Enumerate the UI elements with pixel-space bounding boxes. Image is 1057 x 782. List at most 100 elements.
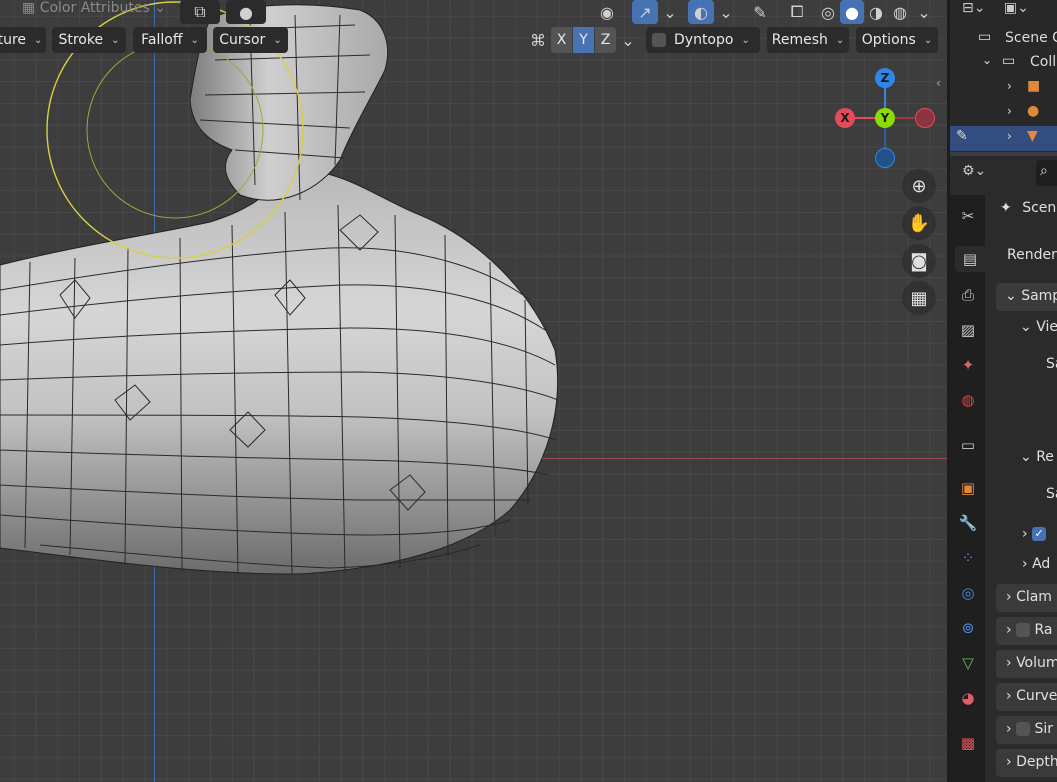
- solid-shading-button[interactable]: ●: [840, 0, 864, 24]
- gizmo-x-axis[interactable]: X: [835, 108, 855, 128]
- overlays-icon: ◐: [694, 2, 708, 22]
- tab-data[interactable]: ▽: [955, 650, 981, 676]
- symmetry-dropdown[interactable]: ⧉: [180, 0, 220, 24]
- tab-texture[interactable]: ▩: [955, 730, 981, 756]
- symmetry-z-toggle[interactable]: Z: [595, 27, 616, 53]
- gizmo-neg-x-axis[interactable]: [915, 108, 935, 128]
- sculpt-mesh[interactable]: [0, 0, 947, 782]
- outliner-camera-row[interactable]: › ■: [950, 76, 1057, 101]
- pan-button[interactable]: ✋: [902, 206, 936, 240]
- tab-world[interactable]: ◍: [955, 387, 981, 413]
- camera-view-button[interactable]: ◙: [902, 244, 936, 278]
- overlays-toggle[interactable]: ◐: [688, 0, 714, 24]
- gizmo-neg-z-axis[interactable]: [875, 148, 895, 168]
- hand-icon: ✋: [907, 212, 931, 234]
- viewport-subpanel-title[interactable]: ⌄ Vie: [1020, 319, 1057, 335]
- outliner-mesh-row[interactable]: ✎ › ▼: [950, 126, 1057, 151]
- perspective-toggle-button[interactable]: ▦: [902, 281, 936, 315]
- zoom-button[interactable]: ⊕: [902, 169, 936, 203]
- gizmo-dropdown[interactable]: ⌄: [660, 0, 680, 24]
- tab-constraints[interactable]: ⊚: [955, 615, 981, 641]
- gizmo-y-axis[interactable]: Y: [875, 108, 895, 128]
- shading-options-dropdown[interactable]: ⌄: [914, 0, 934, 24]
- denoise-checkbox[interactable]: ✓: [1032, 527, 1047, 541]
- gizmo-z-axis[interactable]: Z: [875, 68, 895, 88]
- properties-search[interactable]: ⌕: [1036, 160, 1057, 186]
- falloff-dropdown[interactable]: Falloff ⌄: [133, 27, 207, 53]
- physics-icon: ◎: [961, 584, 975, 602]
- xray-toggle[interactable]: ⧠: [784, 0, 810, 24]
- gizmo-toggle[interactable]: ↗: [632, 0, 658, 24]
- tab-material[interactable]: ◕: [955, 685, 981, 711]
- scene-collection-icon: ▭: [978, 29, 992, 45]
- image-icon: ▣⌄: [1003, 0, 1029, 16]
- mirror-icon-button[interactable]: ⌘: [527, 28, 549, 52]
- tab-render[interactable]: ▤: [955, 246, 985, 272]
- symmetry-x-toggle[interactable]: X: [551, 27, 572, 53]
- sidebar-toggle-arrow[interactable]: ‹: [936, 76, 941, 90]
- chevron-down-icon: ⌄: [621, 30, 635, 50]
- tab-tool[interactable]: ✂: [955, 203, 981, 229]
- tab-scene[interactable]: ✦: [955, 352, 981, 378]
- tab-view-layer[interactable]: ▨: [955, 317, 981, 343]
- symmetry-options-dropdown[interactable]: ⌄: [619, 28, 637, 52]
- output-icon: ⎙: [961, 286, 974, 304]
- cursor-dropdown[interactable]: Cursor ⌄: [213, 27, 288, 53]
- tool-icon: ✂: [961, 207, 975, 225]
- editor-type-dropdown[interactable]: ⚙⌄: [962, 163, 986, 179]
- chevron-down-icon: ⌄: [111, 34, 120, 46]
- visibility-dropdown[interactable]: ◉: [587, 0, 627, 24]
- grid-icon: ▦: [910, 287, 928, 309]
- gizmo-icon: ↗: [638, 2, 652, 22]
- raytracing-checkbox[interactable]: [1016, 623, 1031, 637]
- outliner-scene-row[interactable]: ▭ Scene C: [950, 27, 1057, 52]
- denoise-subpanel-row[interactable]: › ✓: [1022, 526, 1047, 542]
- eye-icon: ◉: [600, 2, 614, 22]
- color-attributes-label[interactable]: ▦ Color Attributes ⌄: [22, 0, 166, 16]
- shading-dropdown[interactable]: ●: [226, 0, 266, 24]
- chevron-down-icon: ⌄: [1005, 288, 1017, 304]
- camera-icon: ◙: [910, 250, 928, 272]
- render-engine-label: Render: [1007, 247, 1057, 263]
- chevron-down-icon: ⌄: [1020, 319, 1032, 335]
- material-shading-button[interactable]: ◑: [864, 0, 888, 24]
- tab-object[interactable]: ▣: [955, 475, 981, 501]
- rendered-shading-button[interactable]: ◍: [888, 0, 912, 24]
- dyntopo-dropdown[interactable]: Dyntopo ⌄: [646, 27, 760, 53]
- options-dropdown[interactable]: Options ⌄: [856, 27, 938, 53]
- curves-panel-title: › Curve: [1006, 688, 1057, 704]
- material-sphere-icon: ◑: [869, 2, 883, 22]
- chevron-right-icon: ›: [1007, 79, 1012, 93]
- render-subpanel-title[interactable]: ⌄ Re: [1020, 449, 1054, 465]
- overlays-dropdown[interactable]: ⌄: [716, 0, 736, 24]
- tab-collection[interactable]: ▭: [955, 432, 981, 458]
- camera-object-icon: ■: [1027, 78, 1041, 94]
- outliner-light-row[interactable]: › ●: [950, 101, 1057, 126]
- outliner-filter-controls[interactable]: ⊟⌄ ▣⌄: [962, 0, 1029, 16]
- simplify-checkbox[interactable]: [1016, 722, 1031, 736]
- simplify-panel-title: › Sir: [1006, 721, 1054, 737]
- tab-physics[interactable]: ◎: [955, 580, 981, 606]
- symmetry-y-toggle[interactable]: Y: [573, 27, 594, 53]
- view-layer-icon: ▨: [960, 321, 976, 339]
- search-icon: ⌕: [1040, 163, 1048, 179]
- chevron-right-icon: ›: [1007, 129, 1012, 143]
- render-icon: ▤: [962, 250, 978, 268]
- zoom-icon: ⊕: [911, 175, 927, 197]
- tab-particles[interactable]: ⁘: [955, 545, 981, 571]
- texture-dropdown[interactable]: ture ⌄: [0, 27, 46, 53]
- 3d-viewport[interactable]: ▦ Color Attributes ⌄ ⧉ ● ◉ ↗ ⌄ ◐ ⌄ ✎ ⧠ ◎…: [0, 0, 947, 782]
- tab-output[interactable]: ⎙: [955, 282, 981, 308]
- clamping-panel-title: › Clam: [1006, 589, 1052, 605]
- tab-modifiers[interactable]: 🔧: [955, 510, 981, 536]
- sculpt-overlay-dropdown[interactable]: ✎: [740, 0, 780, 24]
- chevron-down-icon: ⌄: [835, 34, 845, 46]
- wireframe-shading-button[interactable]: ◎: [816, 0, 840, 24]
- dyntopo-checkbox[interactable]: [652, 33, 666, 47]
- chevron-right-icon: ›: [1022, 556, 1028, 572]
- chevron-down-icon: ⌄: [917, 2, 931, 22]
- remesh-dropdown[interactable]: Remesh ⌄: [767, 27, 849, 53]
- outliner-collection-row[interactable]: ⌄ ▭ Coll: [950, 51, 1057, 76]
- stroke-dropdown[interactable]: Stroke ⌄: [52, 27, 126, 53]
- advanced-subpanel-row[interactable]: › Ad: [1022, 556, 1050, 572]
